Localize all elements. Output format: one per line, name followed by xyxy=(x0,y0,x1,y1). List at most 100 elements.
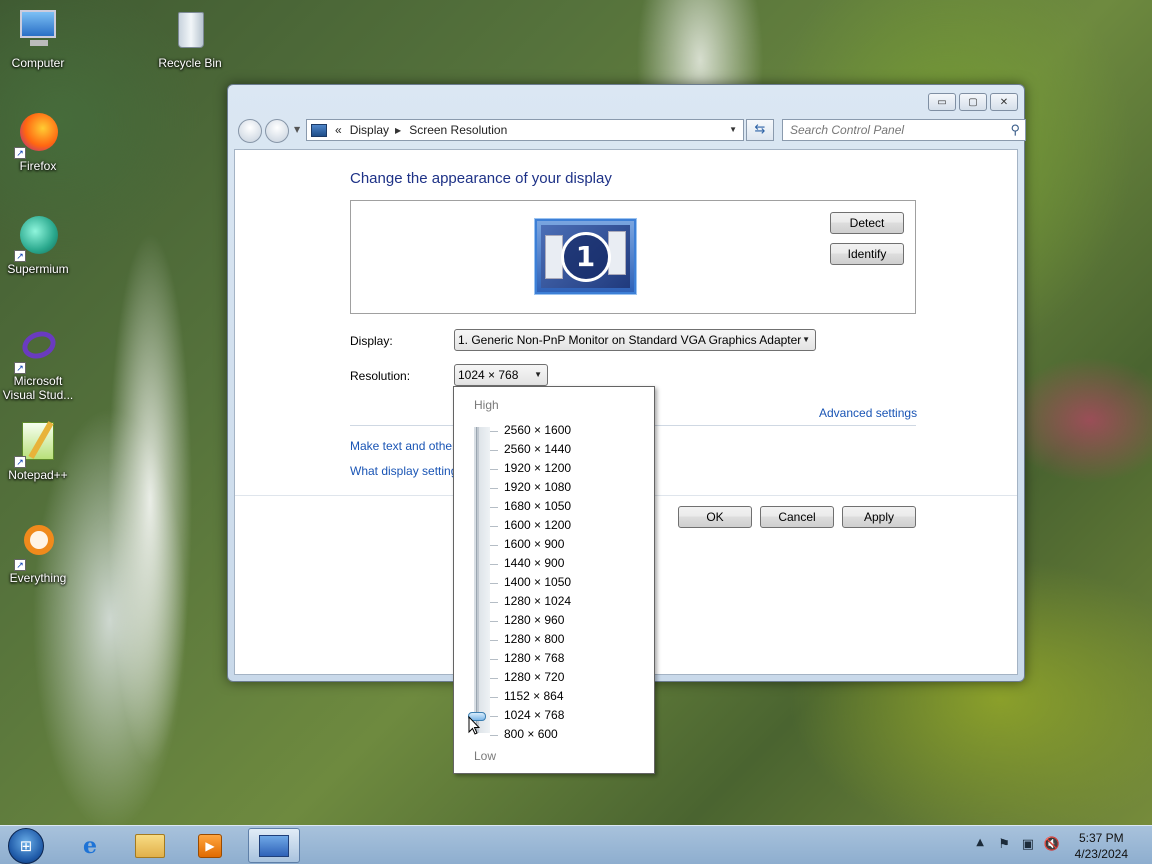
clock-time: 5:37 PM xyxy=(1078,831,1124,845)
breadcrumb-screen-resolution[interactable]: Screen Resolution xyxy=(409,123,507,137)
search-icon[interactable]: ⚲ xyxy=(1010,122,1020,138)
resolution-option[interactable]: 1280 × 960 xyxy=(504,613,564,627)
search-input[interactable]: Search Control Panel ⚲ xyxy=(782,119,1026,141)
slider-tick xyxy=(490,450,498,451)
slider-tick xyxy=(490,564,498,565)
volume-muted-icon[interactable]: 🔇 xyxy=(1044,837,1060,852)
apply-button[interactable]: Apply xyxy=(842,506,916,528)
resolution-option[interactable]: 2560 × 1600 xyxy=(504,423,571,437)
resolution-option[interactable]: 2560 × 1440 xyxy=(504,442,571,456)
resolution-option[interactable]: 1400 × 1050 xyxy=(504,575,571,589)
taskbar-internet-explorer[interactable]: e xyxy=(64,828,116,863)
action-center-flag-icon[interactable]: ⚑ xyxy=(998,837,1010,852)
resolution-option[interactable]: 1280 × 768 xyxy=(504,651,564,665)
window-controls: ▭ ▢ ✕ xyxy=(928,93,1018,111)
desktop-icon-visual-studio[interactable]: ↗ Microsoft Visual Stud... xyxy=(0,326,76,402)
display-select[interactable]: 1. Generic Non-PnP Monitor on Standard V… xyxy=(454,329,816,351)
address-bar[interactable]: « Display ▶ Screen Resolution ▼ xyxy=(306,119,744,141)
display-preview: 1 Detect Identify xyxy=(350,200,916,314)
shortcut-arrow-icon: ↗ xyxy=(14,559,26,571)
desktop-icon-label: Recycle Bin xyxy=(158,56,222,70)
desktop-icon-supermium[interactable]: ↗ Supermium xyxy=(0,214,76,276)
ok-button[interactable]: OK xyxy=(678,506,752,528)
clock-date: 4/23/2024 xyxy=(1074,847,1128,861)
resolution-option[interactable]: 1600 × 900 xyxy=(504,537,564,551)
desktop-icon-everything[interactable]: ↗ Everything xyxy=(0,523,76,585)
desktop-icon-notepadpp[interactable]: ↗ Notepad++ xyxy=(0,420,76,482)
shortcut-arrow-icon: ↗ xyxy=(14,362,26,374)
windows-logo-icon: ⊞ xyxy=(19,837,33,855)
slider-tick xyxy=(490,735,498,736)
slider-tick xyxy=(490,526,498,527)
taskbar-file-explorer[interactable] xyxy=(124,828,176,863)
resolution-option[interactable]: 1024 × 768 xyxy=(504,708,564,722)
slider-tick xyxy=(490,640,498,641)
slider-tick xyxy=(490,488,498,489)
shortcut-arrow-icon: ↗ xyxy=(14,456,26,468)
mouse-cursor-icon xyxy=(468,715,481,736)
resolution-option[interactable]: 800 × 600 xyxy=(504,727,558,741)
low-label: Low xyxy=(474,749,497,763)
taskbar-media-player[interactable]: ▶ xyxy=(184,828,236,863)
resolution-option[interactable]: 1600 × 1200 xyxy=(504,518,571,532)
resolution-option[interactable]: 1920 × 1200 xyxy=(504,461,571,475)
make-text-larger-link[interactable]: Make text and other xyxy=(350,439,456,453)
show-hidden-icons-icon[interactable]: ▲ xyxy=(976,837,984,848)
resolution-option[interactable]: 1280 × 800 xyxy=(504,632,564,646)
desktop-icon-label: Notepad++ xyxy=(8,468,68,482)
desktop-icon-computer[interactable]: Computer xyxy=(0,8,76,70)
detect-button[interactable]: Detect xyxy=(830,212,904,234)
breadcrumb-overflow[interactable]: « xyxy=(335,123,342,137)
resolution-option[interactable]: 1440 × 900 xyxy=(504,556,564,570)
refresh-button[interactable]: ⇆ xyxy=(746,119,774,141)
resolution-select[interactable]: 1024 × 768 ▼ xyxy=(454,364,548,386)
desktop-icon-firefox[interactable]: ↗ Firefox xyxy=(0,111,76,173)
advanced-settings-link[interactable]: Advanced settings xyxy=(819,406,917,420)
network-icon[interactable]: ▣ xyxy=(1022,837,1034,852)
taskbar-clock[interactable]: 5:37 PM 4/23/2024 xyxy=(1075,830,1128,862)
desktop-icon-label: Everything xyxy=(9,571,67,585)
minimize-button[interactable]: ▭ xyxy=(928,93,956,111)
maximize-button[interactable]: ▢ xyxy=(959,93,987,111)
desktop-icon-label: Microsoft Visual Stud... xyxy=(2,374,74,402)
breadcrumb-display[interactable]: Display xyxy=(350,123,389,137)
desktop-icon-label: Supermium xyxy=(7,262,69,276)
slider-tick xyxy=(490,602,498,603)
slider-tick xyxy=(490,507,498,508)
folder-icon xyxy=(135,833,165,858)
search-placeholder: Search Control Panel xyxy=(790,123,905,137)
monitor-1-preview[interactable]: 1 xyxy=(535,219,636,294)
close-button[interactable]: ✕ xyxy=(990,93,1018,111)
high-label: High xyxy=(474,398,499,412)
slider-tick xyxy=(490,431,498,432)
resolution-option[interactable]: 1280 × 720 xyxy=(504,670,564,684)
resolution-option[interactable]: 1920 × 1080 xyxy=(504,480,571,494)
chevron-down-icon: ▼ xyxy=(802,335,810,344)
forward-button[interactable] xyxy=(265,119,289,143)
identify-button[interactable]: Identify xyxy=(830,243,904,265)
resolution-slider-track[interactable] xyxy=(474,427,490,733)
monitor-window-right xyxy=(608,231,626,275)
resolution-option[interactable]: 1152 × 864 xyxy=(504,689,564,703)
taskbar-control-panel[interactable] xyxy=(248,828,300,863)
start-button[interactable]: ⊞ xyxy=(8,828,44,864)
slider-tick xyxy=(490,659,498,660)
notepadpp-icon: ↗ xyxy=(14,420,60,468)
back-button[interactable] xyxy=(238,119,262,143)
firefox-icon: ↗ xyxy=(14,111,60,159)
resolution-label: Resolution: xyxy=(350,369,411,383)
what-display-settings-link[interactable]: What display setting xyxy=(350,464,457,478)
breadcrumb-separator-icon[interactable]: ▶ xyxy=(395,126,401,135)
resolution-option[interactable]: 1680 × 1050 xyxy=(504,499,571,513)
media-player-icon: ▶ xyxy=(198,833,222,858)
desktop-icon-recycle-bin[interactable]: Recycle Bin xyxy=(152,8,228,70)
slider-tick xyxy=(490,716,498,717)
address-dropdown-icon[interactable]: ▼ xyxy=(729,125,737,134)
cancel-button[interactable]: Cancel xyxy=(760,506,834,528)
resolution-option[interactable]: 1280 × 1024 xyxy=(504,594,571,608)
resolution-select-value: 1024 × 768 xyxy=(458,368,519,382)
shortcut-arrow-icon: ↗ xyxy=(14,147,26,159)
recent-pages-chevron-icon[interactable]: ▼ xyxy=(294,125,300,134)
display-select-value: 1. Generic Non-PnP Monitor on Standard V… xyxy=(458,333,802,347)
slider-tick xyxy=(490,697,498,698)
